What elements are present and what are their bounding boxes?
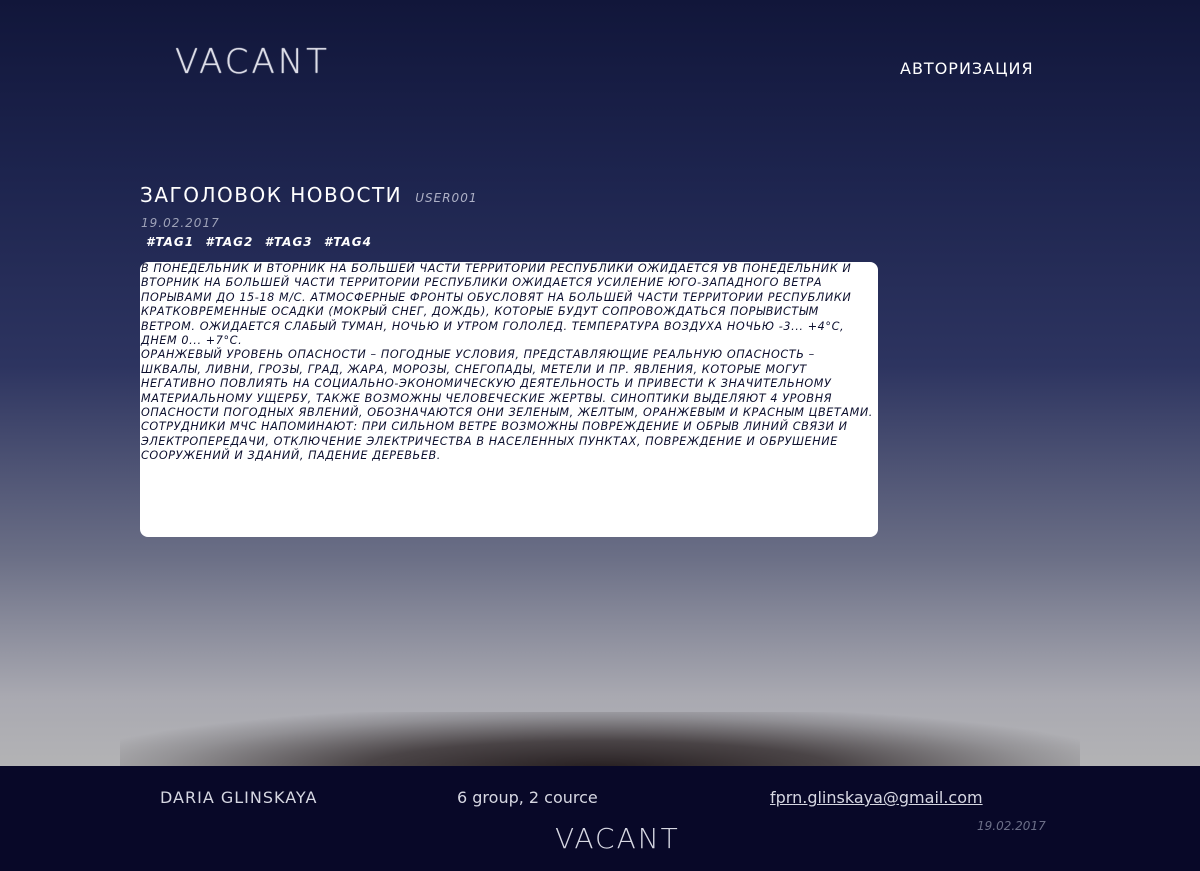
news-author[interactable]: user001 <box>415 191 477 205</box>
news-paragraph: В понедельник и вторник на большей части… <box>141 262 852 348</box>
header: VACANT Авторизация <box>0 0 1200 140</box>
footer-date: 19.02.2017 <box>977 819 1046 833</box>
tag-link[interactable]: #tag1 <box>146 235 194 249</box>
site-logo[interactable]: VACANT <box>175 42 330 82</box>
footer-logo: VACANT <box>555 822 680 855</box>
tag-link[interactable]: #tag3 <box>265 235 313 249</box>
footer-group: 6 group, 2 cource <box>457 788 598 807</box>
news-content: В понедельник и вторник на большей части… <box>140 262 878 537</box>
tag-link[interactable]: #tag4 <box>324 235 372 249</box>
footer-shadow <box>120 712 1080 772</box>
footer-author-name: Daria Glinskaya <box>160 788 318 807</box>
footer: Daria Glinskaya 6 group, 2 cource fprn.g… <box>0 766 1200 871</box>
tag-list: #tag1 #tag2 #tag3 #tag4 <box>146 235 378 249</box>
news-date: 19.02.2017 <box>141 216 220 230</box>
auth-link[interactable]: Авторизация <box>900 59 1034 78</box>
tag-link[interactable]: #tag2 <box>205 235 253 249</box>
news-title[interactable]: Заголовок новости <box>140 183 402 207</box>
news-paragraph: Сотрудники МЧС напоминают: при сильном в… <box>141 420 848 463</box>
news-title-row: Заголовок новости user001 <box>140 183 477 207</box>
news-paragraph: Оранжевый уровень опасности – погодные у… <box>141 348 873 420</box>
footer-email-link[interactable]: fprn.glinskaya@gmail.com <box>770 788 983 807</box>
